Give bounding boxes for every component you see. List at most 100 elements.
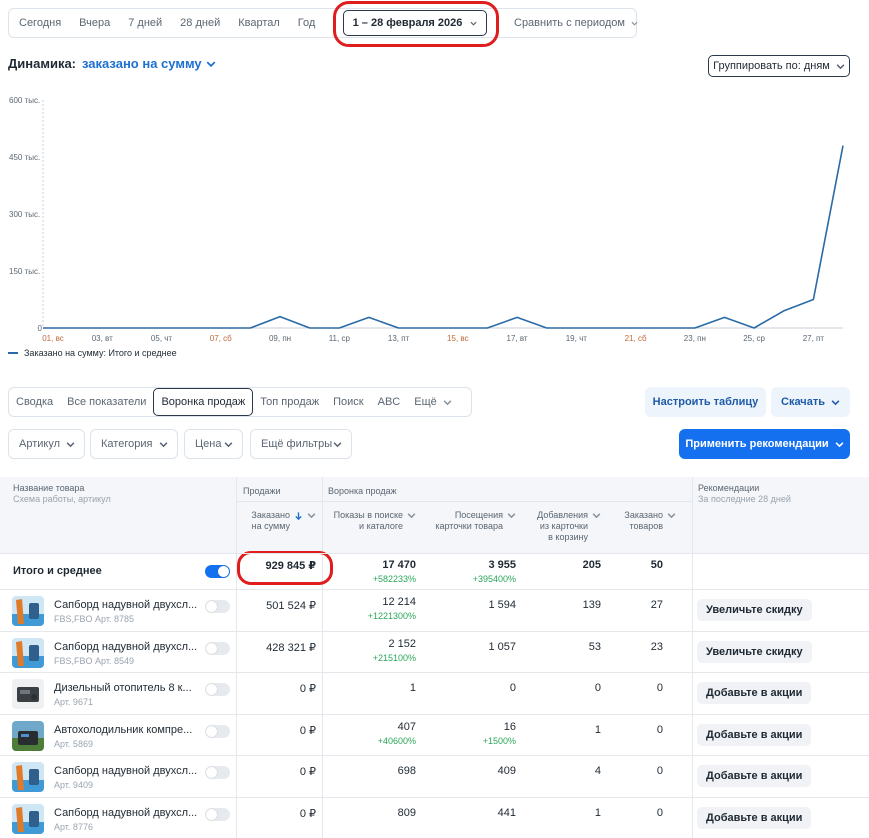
period-option[interactable]: 7 дней [119, 17, 171, 29]
filter-dropdown[interactable]: Категория [90, 429, 178, 459]
ordered-qty: 0 [656, 807, 663, 819]
product-toggle[interactable] [205, 642, 230, 655]
period-option[interactable]: Год [289, 17, 325, 29]
y-tick-label: 150 тыс. [9, 267, 40, 276]
total-visits-delta: +395400% [472, 574, 516, 584]
date-range-button[interactable]: 1 – 28 февраля 2026 [343, 10, 487, 36]
product-thumbnail-image [12, 596, 44, 626]
chevron-down-icon [206, 61, 216, 67]
table-row[interactable]: Сапборд надувной двухсл... FBS,FBO Арт. … [0, 631, 869, 673]
column-header[interactable]: Добавления из карточки в корзину [537, 510, 601, 543]
tab-label: Все показатели [67, 396, 147, 408]
column-header[interactable]: Заказано на сумму [251, 510, 316, 532]
impressions: 698 [397, 765, 416, 777]
recommendation-button[interactable]: Добавьте в акции [697, 765, 812, 787]
cart-adds: 4 [594, 765, 601, 777]
product-toggle[interactable] [205, 600, 230, 613]
tab-item[interactable]: Сводка [9, 388, 60, 416]
tab-item[interactable]: Ещё [407, 388, 459, 416]
period-option[interactable]: Квартал [229, 17, 289, 29]
product-toggle[interactable] [205, 808, 230, 821]
product-thumbnail[interactable] [12, 596, 44, 626]
group-by-dropdown[interactable]: Группировать по: дням [708, 55, 850, 77]
product-meta: FBS,FBO Арт. 8549 [54, 656, 134, 666]
metric-label: заказано на сумму [82, 56, 202, 71]
filter-dropdown[interactable]: Цена [184, 429, 243, 459]
download-button[interactable]: Скачать [771, 387, 850, 417]
metric-dropdown[interactable]: заказано на сумму [82, 56, 216, 71]
configure-table-button[interactable]: Настроить таблицу [645, 387, 766, 417]
tab-item[interactable]: ABC [371, 388, 408, 416]
card-visits: 409 [497, 765, 516, 777]
chart-legend: Заказано на сумму: Итого и среднее [8, 348, 177, 358]
product-thumbnail[interactable] [12, 638, 44, 668]
product-name[interactable]: Дизельный отопитель 8 к... [54, 682, 192, 694]
product-name[interactable]: Сапборд надувной двухсл... [54, 765, 197, 777]
ordered-sum: 428 321 ₽ [266, 642, 316, 654]
chevron-down-icon [507, 513, 516, 519]
sort-desc-icon[interactable] [294, 511, 303, 521]
filter-dropdown[interactable]: Артикул [8, 429, 85, 459]
recommendation-button[interactable]: Добавьте в акции [697, 724, 812, 746]
compare-period-dropdown[interactable]: Сравнить с периодом [505, 9, 647, 37]
column-header[interactable]: Посещения карточки товара [435, 510, 516, 532]
filter-dropdown[interactable]: Ещё фильтры [250, 429, 352, 459]
period-option[interactable]: Сегодня [9, 17, 70, 29]
total-impressions: 17 470 [382, 559, 416, 571]
recommendation-button[interactable]: Добавьте в акции [697, 807, 812, 829]
y-tick-label: 600 тыс. [9, 96, 40, 105]
table-row[interactable]: Сапборд надувной двухсл... Арт. 8776 0 ₽… [0, 797, 869, 838]
cart-adds: 53 [588, 641, 601, 653]
product-name[interactable]: Сапборд надувной двухсл... [54, 599, 197, 611]
total-visits: 3 955 [488, 559, 516, 571]
impressions: 809 [397, 807, 416, 819]
column-header-top: Показы в поиске [334, 510, 416, 521]
product-name[interactable]: Сапборд надувной двухсл... [54, 807, 197, 819]
chevron-down-icon [443, 399, 452, 405]
table-row[interactable]: Сапборд надувной двухсл... FBS,FBO Арт. … [0, 589, 869, 631]
total-toggle[interactable] [205, 565, 230, 578]
recommendation-label: Добавьте в акции [706, 687, 803, 699]
impressions-delta: +1221300% [367, 611, 416, 621]
row-divider [0, 672, 869, 673]
product-thumbnail[interactable] [12, 721, 44, 751]
cart-adds: 1 [594, 724, 601, 736]
row-divider [0, 631, 869, 632]
column-header-line: Посещения [454, 510, 503, 520]
recommendation-button[interactable]: Увеличьте скидку [697, 641, 812, 663]
total-ordered-sum: 929 845 ₽ [265, 560, 316, 572]
period-option[interactable]: 28 дней [171, 17, 229, 29]
product-thumbnail[interactable] [12, 762, 44, 792]
product-thumbnail[interactable] [12, 804, 44, 834]
recommendation-button[interactable]: Добавьте в акции [697, 682, 812, 704]
apply-recommendations-label: Применить рекомендации [685, 438, 829, 450]
column-header[interactable]: Заказано товаров [624, 510, 676, 532]
product-thumbnail[interactable] [12, 679, 44, 709]
product-meta: Арт. 8776 [54, 822, 93, 832]
compare-period-label: Сравнить с периодом [514, 17, 625, 29]
ordered-qty: 0 [656, 765, 663, 777]
tab-item[interactable]: Поиск [326, 388, 370, 416]
product-toggle[interactable] [205, 725, 230, 738]
table-row[interactable]: Сапборд надувной двухсл... Арт. 9409 0 ₽… [0, 755, 869, 797]
x-tick-label: 25, ср [743, 334, 765, 343]
period-option[interactable]: Вчера [70, 17, 119, 29]
header-divider [237, 501, 692, 502]
product-toggle[interactable] [205, 766, 230, 779]
table-row[interactable]: Дизельный отопитель 8 к... Арт. 9671 0 ₽… [0, 672, 869, 714]
product-name[interactable]: Сапборд надувной двухсл... [54, 641, 197, 653]
table-row[interactable]: Автохолодильник компре... Арт. 5869 0 ₽ … [0, 714, 869, 756]
product-name[interactable]: Автохолодильник компре... [54, 724, 192, 736]
recommendation-button[interactable]: Увеличьте скидку [697, 599, 812, 621]
x-tick-label: 01, вс [42, 334, 64, 343]
apply-recommendations-button[interactable]: Применить рекомендации [679, 429, 850, 459]
ordered-sum: 0 ₽ [299, 683, 316, 695]
series-line [43, 145, 844, 329]
tab-item[interactable]: Все показатели [60, 388, 153, 416]
tab-item[interactable]: Топ продаж [253, 388, 326, 416]
product-toggle[interactable] [205, 683, 230, 696]
column-header[interactable]: Показы в поиске и каталоге [334, 510, 416, 532]
tab-item[interactable]: Воронка продаж [153, 388, 254, 416]
x-tick-label: 19, чт [566, 334, 588, 343]
card-visits: 16 [503, 721, 516, 733]
